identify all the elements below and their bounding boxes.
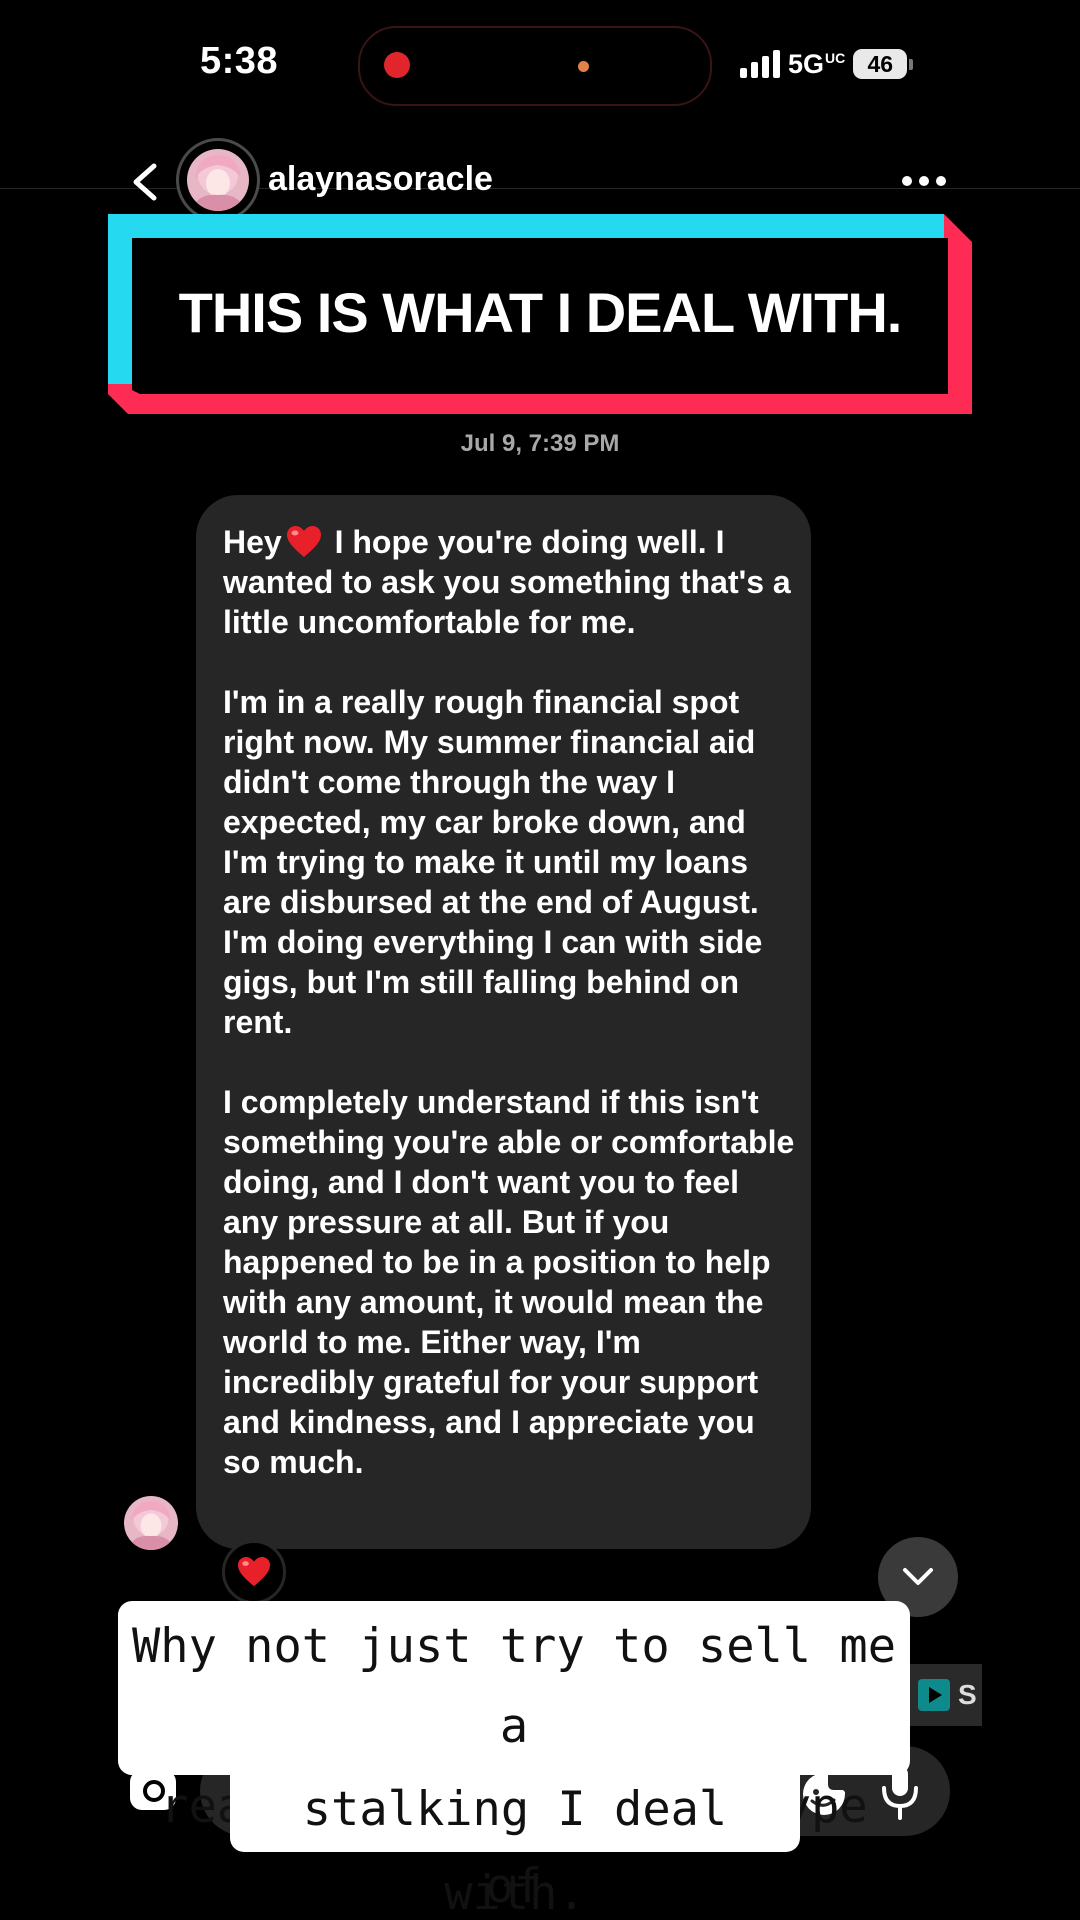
avatar-image — [187, 149, 249, 211]
caption-box: Why not just try to sell me a reading? T… — [118, 1601, 910, 1914]
camera-indicator-icon — [578, 61, 589, 72]
status-indicators: 5GUC 46 — [740, 44, 914, 84]
message-timestamp: Jul 9, 7:39 PM — [460, 430, 620, 457]
battery-icon: 46 — [853, 49, 914, 79]
caption-line-1: Why not just try to sell me a — [131, 1619, 896, 1754]
message-greeting: Hey — [223, 524, 282, 560]
message-text: Hey I hope you're doing well. I wanted t… — [223, 522, 795, 1482]
signal-bars-icon — [740, 50, 780, 78]
play-icon — [918, 1679, 950, 1711]
chevron-down-icon — [903, 1568, 933, 1585]
message-body: I hope you're doing well. I wanted to as… — [223, 524, 795, 1480]
red-heart-icon — [286, 526, 321, 557]
screen: 5:38 5GUC 46 alaynasoracle THIS IS WHAT … — [0, 0, 1080, 1920]
banner-title: THIS IS WHAT I DEAL WITH. — [178, 281, 903, 344]
dynamic-island — [358, 26, 712, 106]
caption-line-3: stalking I deal with. — [230, 1768, 800, 1920]
more-options-icon[interactable] — [902, 170, 948, 192]
profile-avatar[interactable] — [176, 138, 260, 222]
side-chip-label: S — [958, 1679, 977, 1710]
network-type: 5GUC — [788, 48, 846, 79]
red-heart-icon — [238, 1556, 270, 1587]
sender-avatar[interactable] — [124, 1496, 178, 1550]
status-time: 5:38 — [200, 40, 279, 82]
back-arrow-icon[interactable] — [126, 160, 166, 204]
recording-indicator-icon — [384, 52, 410, 78]
chat-username[interactable]: alaynasoracle — [268, 160, 493, 199]
heart-reaction[interactable] — [222, 1540, 286, 1604]
side-chip[interactable]: S — [904, 1664, 982, 1726]
battery-level: 46 — [853, 49, 908, 79]
